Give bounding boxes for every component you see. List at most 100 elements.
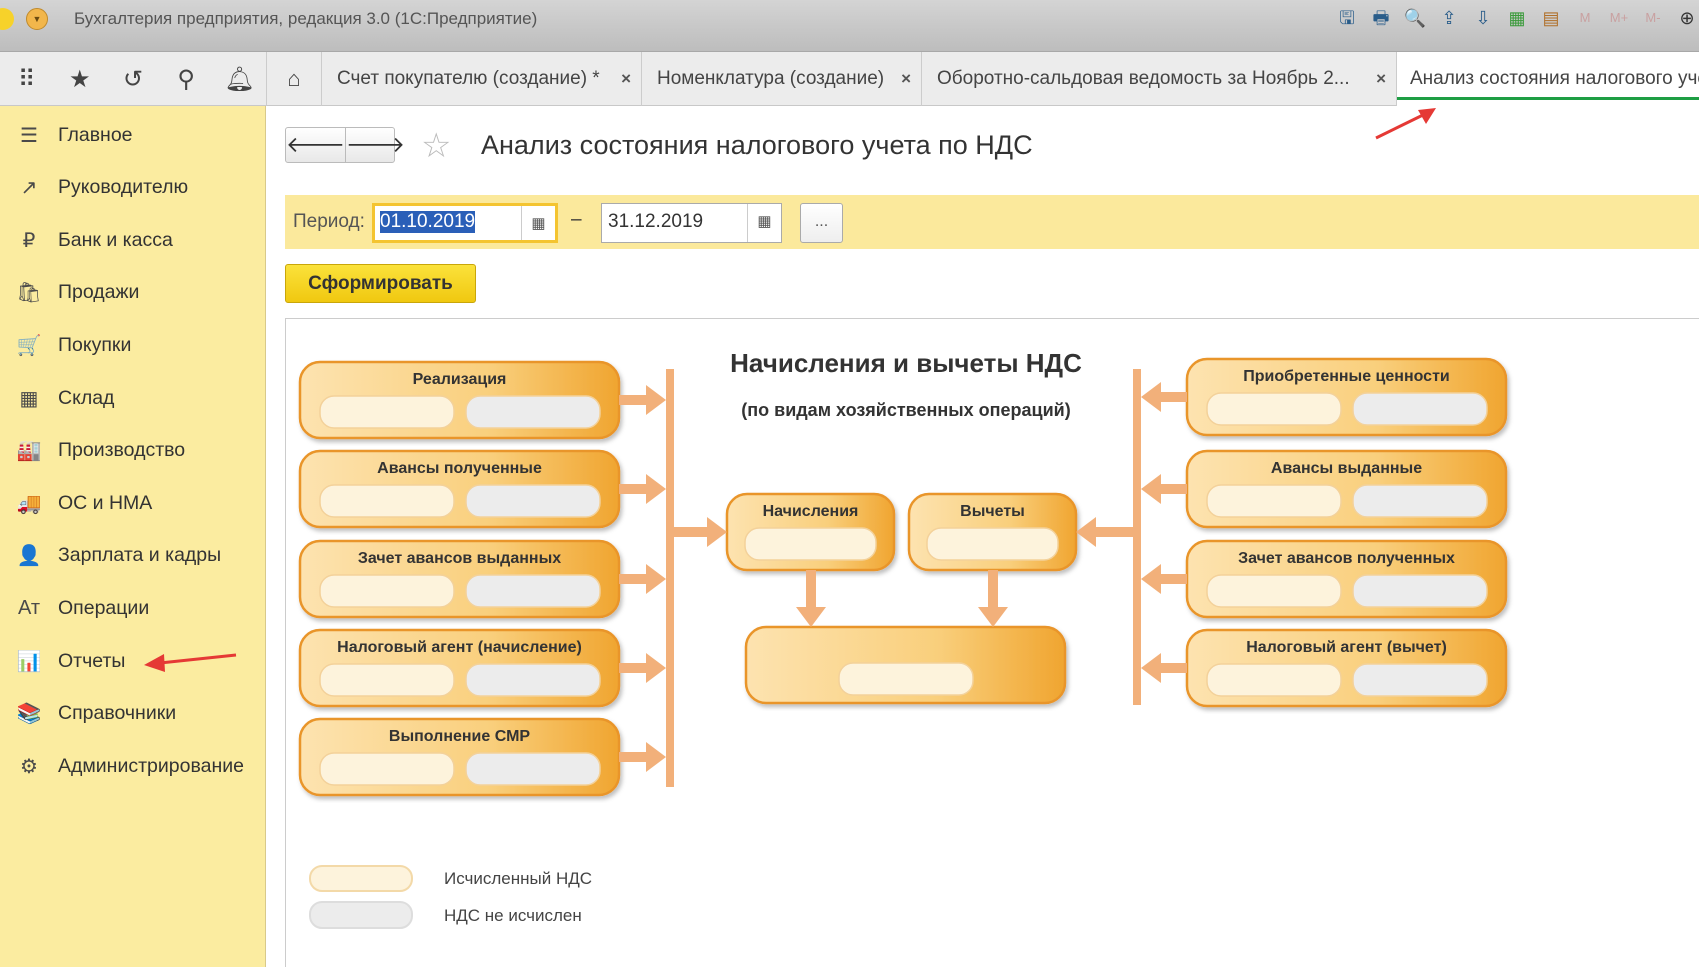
sidebar-item[interactable]: ▦ Склад: [0, 376, 266, 420]
vat-calculated-field: [926, 527, 1059, 561]
tab-vat-analysis[interactable]: Анализ состояния налогового учета по НДС: [1397, 52, 1699, 106]
vat-not-calculated-field: [1352, 484, 1488, 518]
sidebar-icon: 👤: [16, 545, 42, 568]
close-icon[interactable]: ×: [621, 52, 631, 106]
forward-button[interactable]: 🡒: [345, 128, 405, 162]
legend-swatch-calculated: [309, 865, 413, 892]
sidebar-item[interactable]: 🏭 Производство: [0, 429, 266, 473]
arrow-icon: [806, 570, 816, 611]
main-menu-button[interactable]: ▼: [26, 8, 48, 30]
box-label: Реализация: [413, 371, 507, 388]
vat-calculated-field: [1206, 574, 1342, 608]
vat-calculated-field: [319, 484, 455, 518]
arrow-icon: [619, 484, 650, 494]
search-icon[interactable]: ⚲: [160, 65, 213, 94]
sidebar-item-label: Отчеты: [58, 649, 126, 672]
sidebar-icon: 🚚: [16, 492, 42, 515]
connector-line: [1133, 369, 1141, 705]
history-icon[interactable]: ↺: [106, 65, 159, 94]
tab-balance-sheet[interactable]: Оборотно-сальдовая ведомость за Ноябрь 2…: [922, 52, 1397, 106]
arrow-icon: [619, 752, 650, 762]
sidebar-item-label: Главное: [58, 123, 133, 146]
sidebar-item[interactable]: 🛍 Продажи: [0, 271, 266, 315]
sidebar-item[interactable]: ☰ Главное: [0, 113, 266, 157]
arrow-icon: [1157, 574, 1187, 584]
date-to-field[interactable]: 31.12.2019 ▦: [601, 203, 782, 243]
apps-grid-icon[interactable]: ⠿: [0, 65, 53, 94]
close-icon[interactable]: ×: [901, 52, 911, 106]
save-icon[interactable]: 🖫: [1335, 6, 1359, 30]
sidebar-item[interactable]: 📚 Справочники: [0, 692, 266, 736]
sidebar-icon: ☰: [20, 124, 38, 147]
export-icon[interactable]: ⇪: [1437, 6, 1461, 30]
period-label: Период:: [293, 211, 365, 232]
date-from-value: 01.10.2019: [380, 211, 476, 233]
period-select-button[interactable]: ...: [800, 203, 843, 243]
sidebar-item[interactable]: 👤 Зарплата и кадры: [0, 534, 266, 578]
box-label: Начисления: [763, 503, 859, 520]
preview-icon[interactable]: 🔍: [1403, 6, 1427, 30]
arrow-icon: [674, 527, 711, 537]
diagram-subtitle: (по видам хозяйственных операций): [741, 400, 1070, 420]
sidebar-item-label: Продажи: [58, 281, 140, 304]
dash: –: [571, 209, 582, 230]
box-label: Зачет авансов полученных: [1238, 550, 1455, 567]
vat-calculated-field: [838, 662, 974, 696]
diagram-title: Начисления и вычеты НДС: [730, 348, 1082, 378]
arrow-icon: [646, 742, 666, 772]
arrow-icon: [978, 607, 1008, 627]
sidebar-item[interactable]: ₽ Банк и касса: [0, 218, 266, 262]
memory-plus-icon[interactable]: M+: [1607, 6, 1631, 30]
arrow-icon: [646, 474, 666, 504]
close-icon[interactable]: ×: [1376, 52, 1386, 106]
tab-invoice[interactable]: Счет покупателю (создание) * ×: [322, 52, 642, 106]
vat-calculated-field: [319, 395, 455, 429]
sidebar-item-label: Операции: [58, 596, 150, 619]
vat-not-calculated-field: [1352, 663, 1488, 697]
navigation-buttons: 🡐 🡒: [285, 127, 405, 163]
zoom-icon[interactable]: ⊕: [1675, 6, 1699, 30]
star-icon[interactable]: ★: [53, 65, 106, 94]
sidebar-item[interactable]: Ат Операции: [0, 586, 266, 630]
memory-icon[interactable]: M: [1573, 6, 1597, 30]
legend-swatch-not-calculated: [309, 901, 413, 929]
favorite-star-icon[interactable]: ☆: [421, 126, 451, 166]
home-icon[interactable]: ⌂: [266, 52, 322, 106]
arrow-icon: [1141, 382, 1161, 412]
arrow-icon: [619, 395, 650, 405]
bell-icon[interactable]: 🔔︎: [213, 65, 266, 94]
tab-label: Оборотно-сальдовая ведомость за Ноябрь 2…: [937, 68, 1350, 89]
calendar-icon[interactable]: ▦: [747, 204, 781, 242]
annotation-arrow: [1375, 108, 1436, 140]
memory-minus-icon[interactable]: M-: [1641, 6, 1665, 30]
sidebar-item[interactable]: ⚙ Администрирование: [0, 744, 266, 788]
vat-not-calculated-field: [1352, 392, 1488, 426]
sidebar-icon: ₽: [22, 229, 36, 252]
import-icon[interactable]: ⇩: [1471, 6, 1495, 30]
sidebar-item-label: Руководителю: [58, 176, 189, 199]
sidebar-item-label: Справочники: [58, 702, 177, 725]
calculator-icon[interactable]: ▦: [1505, 6, 1529, 30]
generate-button[interactable]: Сформировать: [285, 264, 476, 303]
quick-panel: ⠿ ★ ↺ ⚲ 🔔︎: [0, 52, 266, 106]
calendar-icon[interactable]: ▦: [521, 206, 555, 240]
box-label: Приобретенные ценности: [1243, 368, 1450, 385]
arrow-icon: [1157, 663, 1187, 673]
sidebar-icon: 🛒: [16, 334, 42, 357]
box-label: Зачет авансов выданных: [358, 550, 561, 567]
sidebar-item-label: ОС и НМА: [58, 491, 153, 514]
tab-bar: ⠿ ★ ↺ ⚲ 🔔︎ ⌂ Счет покупателю (создание) …: [0, 52, 1699, 106]
box-label: Вычеты: [960, 503, 1025, 520]
print-icon[interactable]: 🖶: [1369, 6, 1393, 30]
sidebar-item[interactable]: ↗ Руководителю: [0, 166, 266, 210]
date-to-value: 31.12.2019: [608, 211, 704, 232]
sidebar-item[interactable]: 🚚 ОС и НМА: [0, 481, 266, 525]
sidebar-item-label: Банк и касса: [58, 228, 173, 251]
arrow-icon: [1157, 392, 1187, 402]
date-from-field[interactable]: 01.10.2019 ▦: [372, 203, 558, 243]
calendar-icon[interactable]: ▤: [1539, 6, 1563, 30]
sidebar: ☰ Главное ↗ Руководителю ₽ Банк и касса 🛍 Прода…: [0, 106, 266, 967]
back-button[interactable]: 🡐: [286, 128, 345, 162]
tab-nomenclature[interactable]: Номенклатура (создание) ×: [642, 52, 922, 106]
sidebar-item[interactable]: 🛒 Покупки: [0, 323, 266, 367]
